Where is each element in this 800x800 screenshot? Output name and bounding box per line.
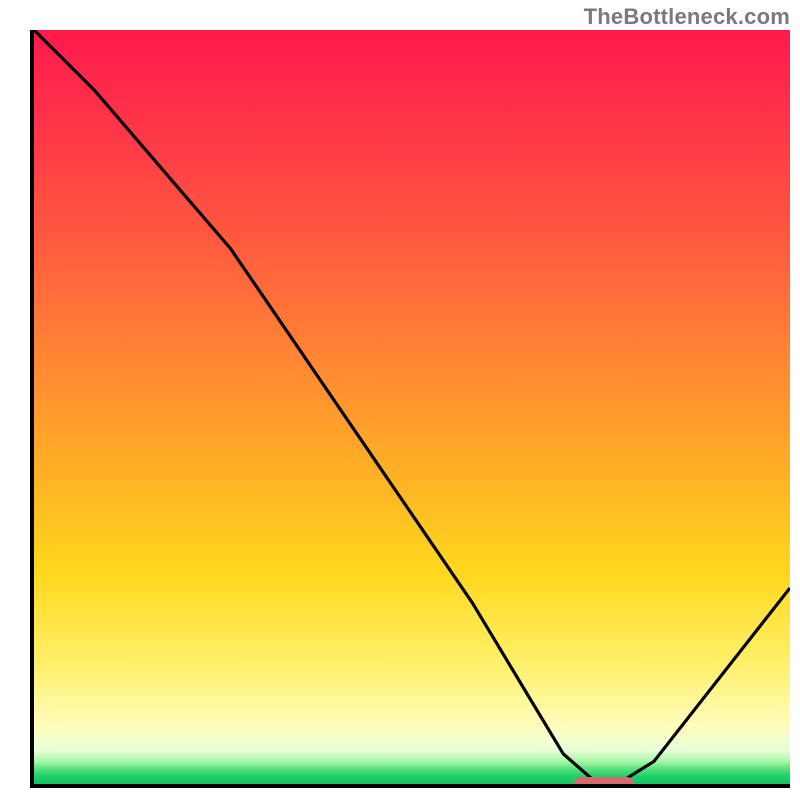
curve-layer [34,30,790,784]
chart-stage: TheBottleneck.com [0,0,800,800]
bottleneck-curve [34,30,790,780]
optimal-marker [574,777,635,788]
plot-area [30,30,790,788]
watermark-text: TheBottleneck.com [584,4,790,30]
